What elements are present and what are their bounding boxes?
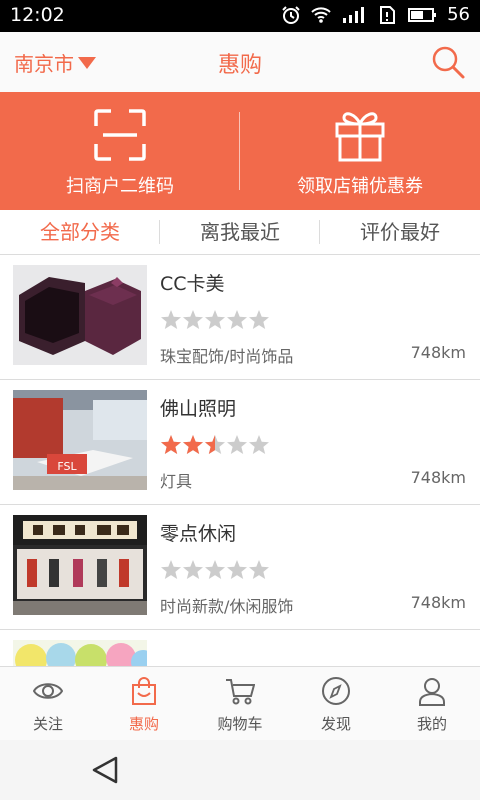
nav-deals[interactable]: 惠购 xyxy=(96,667,192,741)
back-icon[interactable] xyxy=(90,756,120,784)
eye-icon xyxy=(33,683,63,699)
battery-level: 56 xyxy=(447,4,470,25)
shop-name: 零点休闲 xyxy=(160,523,237,545)
rating-stars xyxy=(161,435,269,454)
user-icon xyxy=(419,678,445,706)
bottom-navigation: 关注 惠购 购物车 发现 我的 xyxy=(0,666,480,741)
nav-mine[interactable]: 我的 xyxy=(384,667,480,741)
nav-label: 我的 xyxy=(416,715,447,733)
status-time: 12:02 xyxy=(10,4,65,26)
system-nav-bar xyxy=(0,740,480,800)
tab-all-categories[interactable]: 全部分类 xyxy=(0,210,160,254)
cart-icon xyxy=(226,679,255,705)
shop-item[interactable] xyxy=(0,630,480,666)
star-empty xyxy=(205,310,225,329)
scan-icon xyxy=(94,109,146,161)
shop-item[interactable]: 零点休闲 时尚新款/休闲服饰 748km xyxy=(0,505,480,630)
shop-thumbnail-lighting-store: FSL xyxy=(13,390,147,490)
status-icons: 56 xyxy=(281,4,470,25)
wifi-icon xyxy=(311,6,331,23)
filter-tabs: 全部分类 离我最近 评价最好 xyxy=(0,210,480,255)
scan-label: 扫商户二维码 xyxy=(66,176,174,197)
shop-distance: 748km xyxy=(410,593,466,612)
star-empty xyxy=(249,310,269,329)
thumb-brand-text: FSL xyxy=(57,460,77,473)
star-empty xyxy=(227,560,247,579)
star-empty xyxy=(249,435,269,454)
star-empty xyxy=(161,310,181,329)
tab-nearest[interactable]: 离我最近 xyxy=(160,210,320,254)
nav-label: 购物车 xyxy=(217,715,263,733)
shop-thumbnail-balloons xyxy=(13,640,147,666)
rating-stars xyxy=(161,560,269,579)
compass-icon xyxy=(322,677,350,705)
status-bar: 12:02 56 xyxy=(0,0,480,32)
nav-label: 发现 xyxy=(320,715,351,733)
sim-icon xyxy=(380,5,396,24)
shop-thumbnail-clothing-store xyxy=(13,515,147,615)
coupon-label: 领取店铺优惠券 xyxy=(297,176,423,197)
gift-icon xyxy=(335,112,385,162)
nav-cart[interactable]: 购物车 xyxy=(192,667,288,741)
shop-list[interactable]: CC卡美 珠宝配饰/时尚饰品 748km FSL 佛山照明 灯具 748km 零… xyxy=(0,255,480,666)
star-empty xyxy=(205,560,225,579)
search-icon[interactable] xyxy=(430,44,466,80)
scan-merchant-qr-button[interactable]: 扫商户二维码 xyxy=(0,92,240,210)
battery-icon xyxy=(408,7,437,22)
star-filled xyxy=(183,435,203,454)
alarm-icon xyxy=(282,5,300,24)
app-header: 南京市 惠购 xyxy=(0,32,480,92)
shop-distance: 748km xyxy=(410,343,466,362)
shop-thumbnail-jewelry-box xyxy=(13,265,147,365)
shop-category: 时尚新款/休闲服饰 xyxy=(160,597,294,616)
shop-name: CC卡美 xyxy=(160,273,225,295)
shop-item[interactable]: CC卡美 珠宝配饰/时尚饰品 748km xyxy=(0,255,480,380)
action-banner: 扫商户二维码 领取店铺优惠券 xyxy=(0,92,480,210)
shop-category: 珠宝配饰/时尚饰品 xyxy=(160,347,294,366)
nav-follow[interactable]: 关注 xyxy=(0,667,96,741)
star-empty xyxy=(161,560,181,579)
tab-best-rated[interactable]: 评价最好 xyxy=(320,210,480,254)
star-empty xyxy=(227,435,247,454)
star-empty xyxy=(249,560,269,579)
page-title: 惠购 xyxy=(217,53,262,78)
shop-category: 灯具 xyxy=(160,472,193,491)
star-empty xyxy=(183,560,203,579)
shop-item[interactable]: FSL 佛山照明 灯具 748km xyxy=(0,380,480,505)
shop-name: 佛山照明 xyxy=(160,398,237,420)
get-coupon-button[interactable]: 领取店铺优惠券 xyxy=(240,92,480,210)
star-empty xyxy=(227,310,247,329)
star-filled xyxy=(161,435,181,454)
nav-discover[interactable]: 发现 xyxy=(288,667,384,741)
signal-icon xyxy=(343,6,365,23)
shopping-bag-icon xyxy=(132,677,156,705)
rating-stars xyxy=(161,310,269,329)
nav-label: 关注 xyxy=(32,715,63,733)
nav-label: 惠购 xyxy=(128,715,159,733)
star-empty xyxy=(183,310,203,329)
shop-distance: 748km xyxy=(410,468,466,487)
